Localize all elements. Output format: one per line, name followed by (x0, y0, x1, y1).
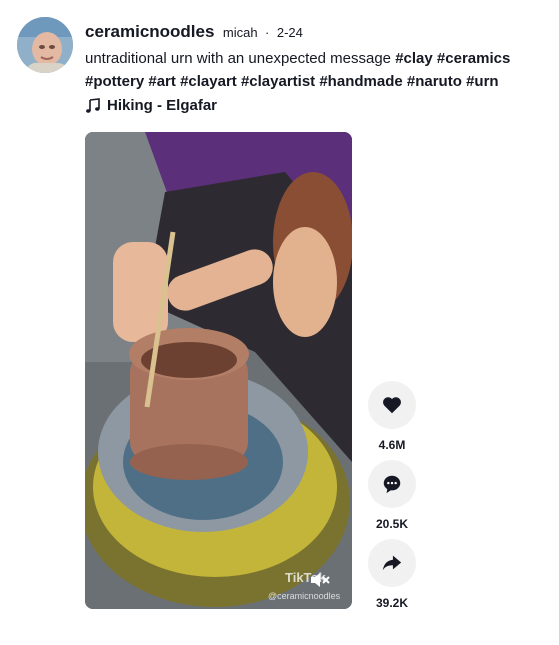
comment-action: 20.5K (368, 460, 416, 531)
hashtag-link[interactable]: #clayart (180, 73, 237, 90)
post-header: ceramicnoodles micah · 2-24 (85, 22, 303, 42)
music-link[interactable]: Hiking - Elgafar (85, 97, 217, 114)
video-player[interactable]: TikTok @ceramicnoodles (85, 132, 352, 609)
hashtag-link[interactable]: #urn (466, 73, 499, 90)
hashtag-link[interactable]: #naruto (407, 73, 462, 90)
share-button[interactable] (368, 539, 416, 587)
share-icon (382, 555, 402, 571)
music-title: Hiking - Elgafar (107, 97, 218, 114)
username[interactable]: ceramicnoodles (85, 22, 214, 41)
comment-button[interactable] (368, 460, 416, 508)
comment-count: 20.5K (375, 517, 409, 531)
like-button[interactable] (368, 381, 416, 429)
mute-icon (311, 573, 330, 587)
caption-text: untraditional urn with an unexpected mes… (85, 50, 392, 67)
nickname: micah (222, 25, 258, 40)
share-action: 39.2K (368, 539, 416, 610)
hashtag-link[interactable]: #art (148, 73, 176, 90)
hashtag-link[interactable]: #clayartist (241, 73, 315, 90)
music-note-icon (86, 97, 100, 113)
like-action: 4.6M (368, 381, 416, 452)
comment-icon (383, 475, 401, 494)
hashtag-link[interactable]: #clay (395, 50, 433, 67)
video-frame (85, 132, 352, 609)
separator: · (265, 25, 270, 40)
heart-icon (383, 397, 401, 414)
hashtag-link[interactable]: #handmade (319, 73, 402, 90)
share-count: 39.2K (375, 596, 409, 610)
caption: untraditional urn with an unexpected mes… (85, 47, 540, 93)
hashtag-link[interactable]: #ceramics (437, 50, 510, 67)
post-date: 2-24 (276, 25, 303, 40)
mute-button[interactable] (308, 568, 332, 592)
hashtag-link[interactable]: #pottery (85, 73, 144, 90)
watermark-handle: @ceramicnoodles (268, 591, 341, 601)
like-count: 4.6M (378, 438, 406, 452)
avatar[interactable] (17, 17, 73, 73)
